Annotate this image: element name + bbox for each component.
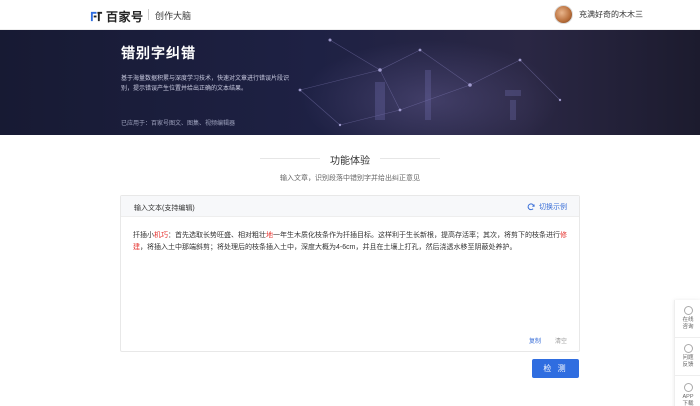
logo-text: 百家号 [106,10,144,24]
editor-header: 输入文本(支持编辑) 切换示例 [121,196,579,217]
hero-banner: 错别字纠错 基于海量数据积累与深度学习技术，快速对文章进行错误片段识别，提示错误… [0,30,700,135]
side-tool-chat[interactable]: 在线咨询 [675,300,700,338]
section-title: 功能体验 [330,156,370,167]
side-tool-feedback[interactable]: 问题反馈 [675,338,700,376]
hero-decoration-art [298,38,562,127]
section-divider-right [380,158,440,159]
section-description: 输入文章，识别段落中错别字并给出纠正意见 [280,175,420,182]
editor-card: 输入文本(支持编辑) 切换示例 扦插小机巧：首先选取长势旺盛、相对粗壮地一年生木… [120,195,580,352]
editor-text-segment: 扦插小 [133,232,154,239]
switch-example-label: 切换示例 [539,204,567,211]
logo-subtitle[interactable]: 创作大脑 [155,9,191,22]
feedback-icon [683,344,693,353]
side-tool-label: 在线咨询 [682,317,694,330]
side-tool-app[interactable]: APP下载 [675,376,700,406]
side-toolbar: 在线咨询问题反馈 APP下载 [674,300,700,406]
chat-icon [683,306,693,315]
logo-separator [148,9,149,20]
baijiahao-logo-icon [90,11,103,22]
copy-button[interactable]: 复制 [529,336,541,345]
hero-title: 错别字纠错 [121,45,196,61]
side-tool-label: 问题反馈 [682,355,694,368]
side-tool-label: APP下载 [682,393,694,406]
top-bar: 百家号 创作大脑 充满好奇的木木三 [0,0,700,30]
user-menu[interactable]: 充满好奇的木木三 [554,5,643,24]
check-button[interactable]: 检 测 [532,359,579,378]
hero-applied-to: 已应用于：百家号图文、图集、视频编辑器 [121,121,236,127]
hero-description: 基于海量数据积累与深度学习技术，快速对文章进行错误片段识别，提示错误产生位置并给… [121,76,290,92]
editor-text-area[interactable]: 扦插小机巧：首先选取长势旺盛、相对粗壮地一年生木质化枝条作为扦插目标。这样利于生… [133,230,569,254]
app-icon [683,382,693,392]
logo[interactable]: 百家号 [90,8,144,25]
typo-highlight[interactable]: 地 [266,232,273,239]
avatar[interactable] [554,5,573,24]
editor-text-segment: ，将插入土中那端斜剪；将处理后的枝条插入土中，深度大概为4-6cm，并且在土壤上… [140,244,517,251]
editor-text-segment: 一年生木质化枝条作为扦插目标。这样利于生长新根，提高存活率；其次，将剪下的枝条进… [273,232,560,239]
clear-button[interactable]: 清空 [555,336,567,345]
editor-footer: 复制 清空 [529,336,567,345]
typo-highlight[interactable]: 机巧 [154,232,168,239]
switch-example-button[interactable]: 切换示例 [527,202,567,212]
editor-text-segment: ：首先选取长势旺盛、相对粗壮 [168,232,266,239]
user-name[interactable]: 充满好奇的木木三 [579,9,643,20]
refresh-icon [527,203,535,211]
editor-label: 输入文本(支持编辑) [134,205,195,212]
